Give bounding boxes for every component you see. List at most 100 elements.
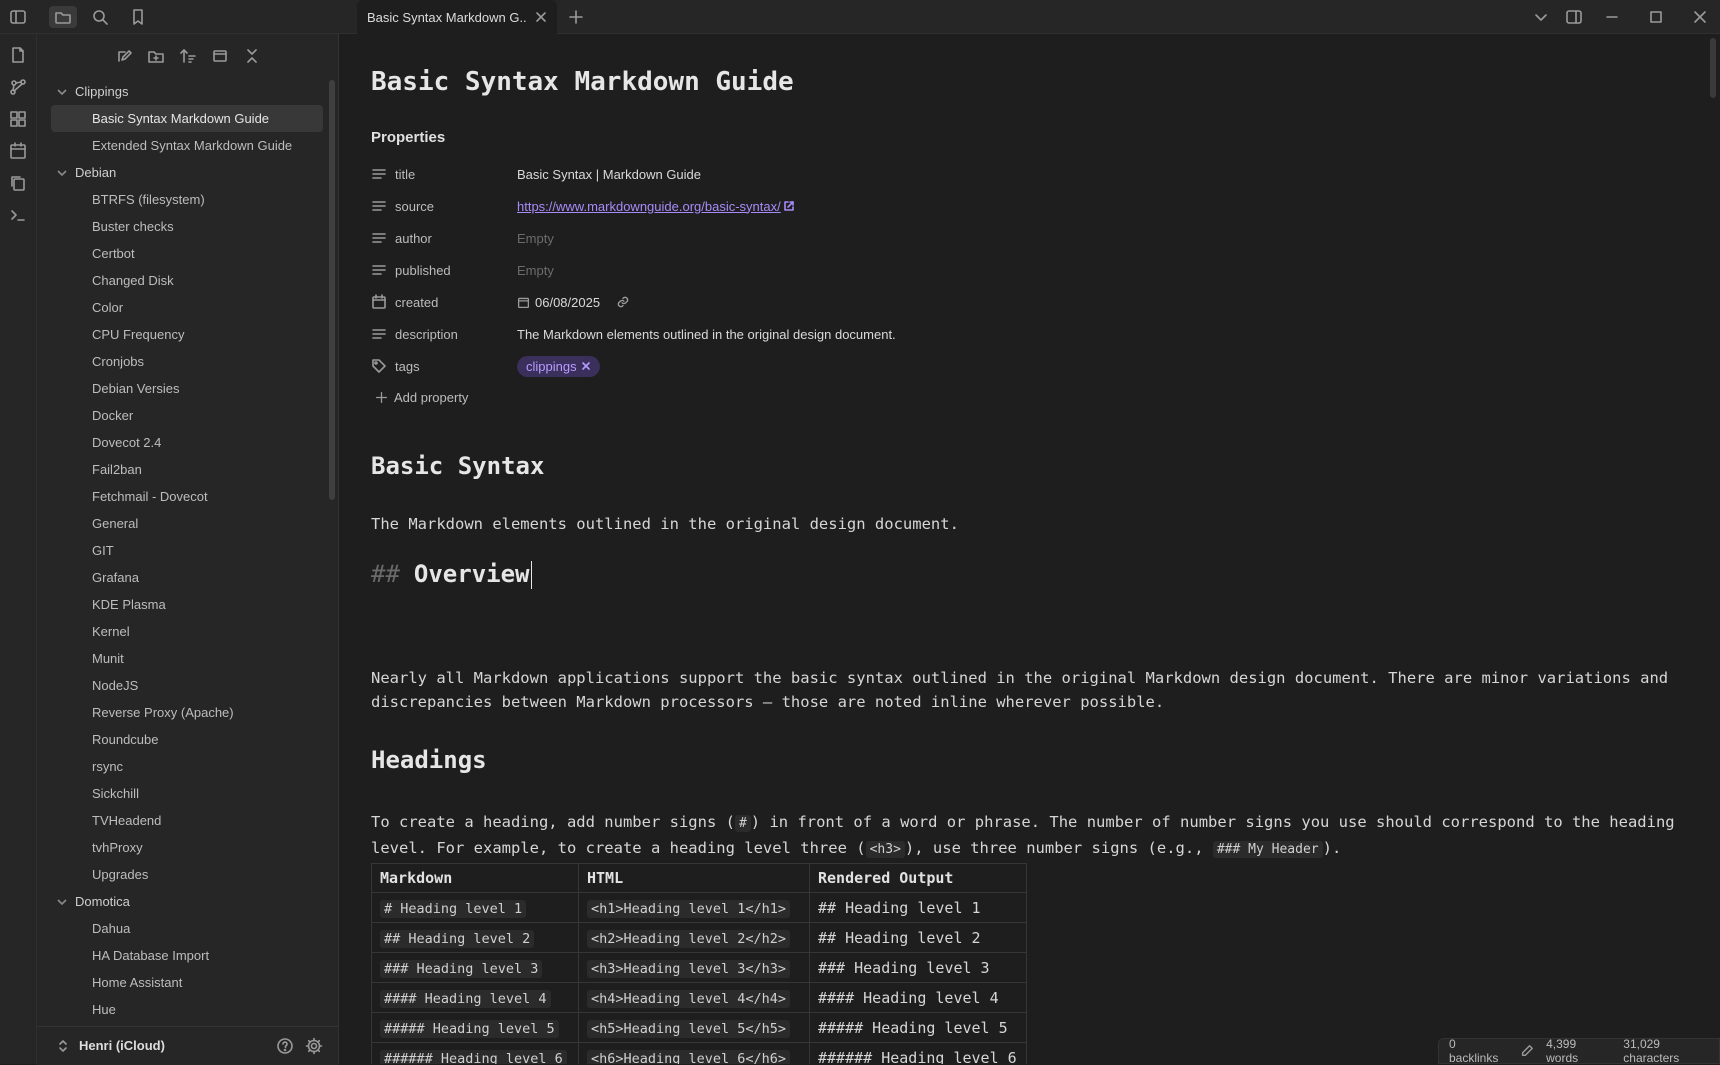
- table-cell[interactable]: ###### Heading level 6: [809, 1042, 1027, 1064]
- list-item[interactable]: Reverse Proxy (Apache): [37, 699, 323, 726]
- list-item[interactable]: Dahua: [37, 915, 323, 942]
- table-cell[interactable]: <h1>Heading level 1</h1>: [578, 892, 810, 923]
- list-item[interactable]: Dovecot 2.4: [37, 429, 323, 456]
- table-cell[interactable]: # Heading level 1: [371, 892, 579, 923]
- list-item[interactable]: rsync: [37, 753, 323, 780]
- minimize-button[interactable]: [1598, 6, 1626, 28]
- new-note-button[interactable]: [114, 46, 134, 66]
- search-button[interactable]: [86, 6, 114, 28]
- table-cell[interactable]: #### Heading level 4: [809, 982, 1027, 1013]
- add-property-button[interactable]: Add property: [375, 390, 468, 405]
- list-item[interactable]: Buster checks: [37, 213, 323, 240]
- table-cell[interactable]: <h3>Heading level 3</h3>: [578, 952, 810, 983]
- date-input[interactable]: 06/08/2025: [535, 295, 600, 310]
- paragraph-overview[interactable]: Nearly all Markdown applications support…: [371, 666, 1691, 714]
- headings-table[interactable]: Markdown HTML Rendered Output # Heading …: [371, 863, 1027, 1064]
- file-basic-syntax[interactable]: Basic Syntax Markdown Guide: [51, 105, 323, 132]
- heading-overview[interactable]: ## Overview: [371, 560, 532, 589]
- property-key[interactable]: tags: [395, 359, 517, 374]
- table-cell[interactable]: ## Heading level 1: [809, 892, 1027, 923]
- bookmarks-button[interactable]: [124, 6, 152, 28]
- property-value[interactable]: Basic Syntax | Markdown Guide: [517, 167, 701, 182]
- table-cell[interactable]: ##### Heading level 5: [371, 1012, 579, 1043]
- external-link-icon[interactable]: [783, 200, 795, 212]
- new-folder-button[interactable]: [146, 46, 166, 66]
- toggle-right-sidebar-button[interactable]: [1560, 6, 1588, 28]
- new-note-ribbon-button[interactable]: [8, 45, 28, 65]
- property-value[interactable]: The Markdown elements outlined in the or…: [517, 327, 896, 342]
- properties-heading[interactable]: Properties: [371, 129, 445, 146]
- table-cell[interactable]: ### Heading level 3: [809, 952, 1027, 983]
- property-key[interactable]: created: [395, 295, 517, 310]
- table-cell[interactable]: #### Heading level 4: [371, 982, 579, 1013]
- list-item[interactable]: KDE Plasma: [37, 591, 323, 618]
- file-explorer-button[interactable]: [49, 6, 77, 28]
- list-item[interactable]: NodeJS: [37, 672, 323, 699]
- page-title[interactable]: Basic Syntax Markdown Guide: [371, 67, 794, 97]
- table-cell[interactable]: ### Heading level 3: [371, 952, 579, 983]
- list-item[interactable]: GIT: [37, 537, 323, 564]
- table-cell[interactable]: <h2>Heading level 2</h2>: [578, 922, 810, 953]
- column-header[interactable]: Rendered Output: [809, 863, 1027, 893]
- property-key[interactable]: published: [395, 263, 517, 278]
- folder-domotica[interactable]: Domotica: [37, 888, 327, 915]
- vault-switch-button[interactable]: [55, 1038, 71, 1054]
- graph-view-button[interactable]: [8, 77, 28, 97]
- settings-button[interactable]: [305, 1037, 323, 1055]
- auto-reveal-button[interactable]: [210, 46, 230, 66]
- tab-list-button[interactable]: [1527, 6, 1555, 28]
- help-button[interactable]: [276, 1037, 294, 1055]
- list-item[interactable]: Cronjobs: [37, 348, 323, 375]
- list-item[interactable]: HA Database Import: [37, 942, 323, 969]
- list-item[interactable]: Fail2ban: [37, 456, 323, 483]
- folder-clippings[interactable]: Clippings: [37, 78, 327, 105]
- new-tab-button[interactable]: [562, 6, 590, 28]
- list-item[interactable]: Color: [37, 294, 323, 321]
- list-item[interactable]: Munit: [37, 645, 323, 672]
- templates-button[interactable]: [8, 173, 28, 193]
- backlinks-count[interactable]: 0 backlinks: [1449, 1037, 1508, 1065]
- property-key[interactable]: source: [395, 199, 517, 214]
- link-icon[interactable]: [616, 295, 630, 309]
- list-item[interactable]: tvhProxy: [37, 834, 323, 861]
- property-value[interactable]: Empty: [517, 231, 554, 246]
- editor-pane[interactable]: Basic Syntax Markdown Guide Properties t…: [339, 34, 1720, 1064]
- list-item[interactable]: TVHeadend: [37, 807, 323, 834]
- maximize-button[interactable]: [1642, 6, 1670, 28]
- list-item[interactable]: Upgrades: [37, 861, 323, 888]
- tag-pill[interactable]: clippings: [517, 355, 600, 377]
- list-item[interactable]: Grafana: [37, 564, 323, 591]
- list-item[interactable]: Hue: [37, 996, 323, 1023]
- toggle-sidebar-button[interactable]: [4, 6, 32, 28]
- sidebar-scrollbar[interactable]: [329, 80, 335, 500]
- list-item[interactable]: Docker: [37, 402, 323, 429]
- paragraph-basic-syntax[interactable]: The Markdown elements outlined in the or…: [371, 512, 1691, 536]
- command-palette-button[interactable]: [8, 205, 28, 225]
- list-item[interactable]: Certbot: [37, 240, 323, 267]
- close-tab-button[interactable]: [533, 9, 549, 25]
- list-item[interactable]: Changed Disk: [37, 267, 323, 294]
- table-cell[interactable]: ## Heading level 2: [371, 922, 579, 953]
- heading-headings[interactable]: Headings: [371, 746, 487, 774]
- table-cell[interactable]: <h6>Heading level 6</h6>: [578, 1042, 810, 1064]
- list-item[interactable]: General: [37, 510, 323, 537]
- source-link[interactable]: https://www.markdownguide.org/basic-synt…: [517, 199, 781, 214]
- column-header[interactable]: Markdown: [371, 863, 579, 893]
- table-cell[interactable]: ##### Heading level 5: [809, 1012, 1027, 1043]
- list-item[interactable]: CPU Frequency: [37, 321, 323, 348]
- tab-basic-syntax[interactable]: Basic Syntax Markdown G...: [357, 0, 557, 34]
- sort-button[interactable]: [178, 46, 198, 66]
- close-window-button[interactable]: [1686, 6, 1714, 28]
- table-cell[interactable]: ###### Heading level 6: [371, 1042, 579, 1064]
- property-key[interactable]: title: [395, 167, 517, 182]
- property-key[interactable]: description: [395, 327, 517, 342]
- list-item[interactable]: Home Assistant: [37, 969, 323, 996]
- list-item[interactable]: Roundcube: [37, 726, 323, 753]
- heading-basic-syntax[interactable]: Basic Syntax: [371, 452, 544, 480]
- collapse-all-button[interactable]: [242, 46, 262, 66]
- column-header[interactable]: HTML: [578, 863, 810, 893]
- folder-debian[interactable]: Debian: [37, 159, 327, 186]
- table-cell[interactable]: <h5>Heading level 5</h5>: [578, 1012, 810, 1043]
- table-cell[interactable]: <h4>Heading level 4</h4>: [578, 982, 810, 1013]
- file-extended-syntax[interactable]: Extended Syntax Markdown Guide: [37, 132, 323, 159]
